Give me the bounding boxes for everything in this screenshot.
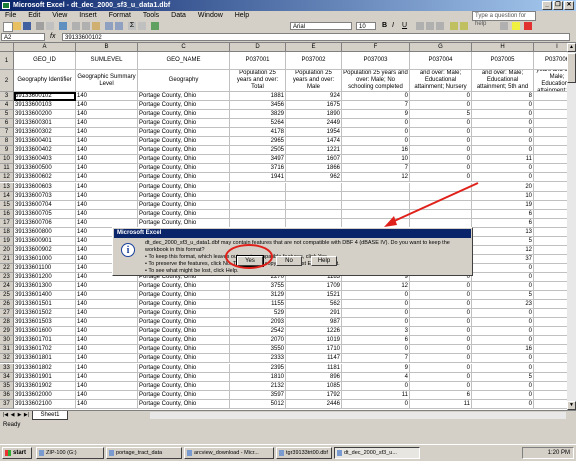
annotation-arrow bbox=[384, 182, 479, 227]
